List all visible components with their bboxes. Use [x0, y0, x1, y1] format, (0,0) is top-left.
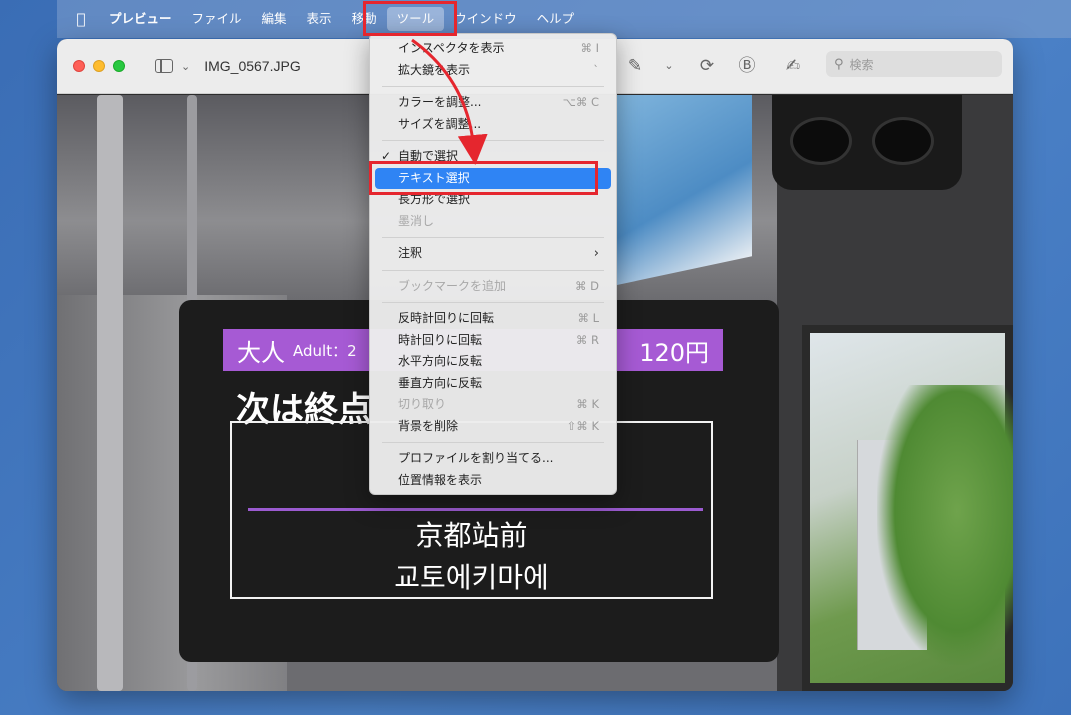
menu-item-shortcut: `	[593, 62, 599, 77]
menu-item-show-inspector[interactable]: インスペクタを表示 ⌘ I	[375, 38, 611, 60]
menu-item-add-bookmark: ブックマークを追加 ⌘ D	[375, 276, 611, 298]
fare-bar-left: 大人	[237, 338, 285, 367]
menu-item-shortcut: ⌘ K	[576, 397, 599, 411]
chevron-down-icon[interactable]: ⌄	[657, 54, 681, 78]
menu-item-label: サイズを調整...	[398, 116, 482, 131]
menu-item-label: カラーを調整...	[398, 95, 482, 109]
menu-edit[interactable]: 編集	[252, 7, 297, 31]
menu-item-label: 注釈	[398, 246, 423, 260]
menu-view[interactable]: 表示	[297, 7, 342, 31]
tools-menu-highlight	[363, 1, 457, 36]
document-title: IMG_0567.JPG	[204, 58, 301, 74]
menu-item-label: 水平方向に反転	[398, 354, 483, 368]
menu-item-label: インスペクタを表示	[398, 41, 505, 55]
zoom-button[interactable]	[113, 60, 125, 72]
search-field[interactable]: ⚲ 検索	[826, 51, 1002, 77]
station-divider	[248, 508, 703, 511]
photo-poster	[617, 95, 752, 285]
menu-item-redact: 墨消し	[375, 211, 611, 233]
chevron-down-icon: ⌄	[181, 59, 191, 73]
tools-dropdown-menu: インスペクタを表示 ⌘ I 拡大鏡を表示 ` カラーを調整... ⌥⌘ C サイ…	[369, 33, 617, 495]
minimize-button[interactable]	[93, 60, 105, 72]
menu-item-adjust-color[interactable]: カラーを調整... ⌥⌘ C	[375, 92, 611, 114]
photo-vent	[772, 95, 962, 190]
menu-item-label: ブックマークを追加	[398, 278, 507, 293]
rotate-icon[interactable]: ⟳	[695, 54, 719, 78]
chevron-right-icon: ›	[593, 246, 599, 261]
station-name-kr: 교토에키마에	[394, 561, 549, 594]
fare-bar-adult: Adult：2	[293, 341, 357, 360]
menu-item-adjust-size[interactable]: サイズを調整...	[375, 114, 611, 136]
menu-separator	[382, 302, 604, 303]
menu-item-label: 墨消し	[398, 213, 435, 228]
close-button[interactable]	[73, 60, 85, 72]
menu-item-flip-horizontal[interactable]: 水平方向に反転	[375, 351, 611, 373]
search-icon: ⚲	[834, 56, 844, 72]
menu-item-rotate-left[interactable]: 反時計回りに回転 ⌘ L	[375, 308, 611, 330]
menu-item-shortcut: ⌥⌘ C	[562, 95, 599, 109]
menu-item-show-magnifier[interactable]: 拡大鏡を表示 `	[375, 60, 611, 82]
sidebar-toggle-button[interactable]: ⌄	[155, 59, 190, 73]
menu-item-shortcut: ⌘ I	[580, 41, 599, 55]
menu-item-rotate-right[interactable]: 時計回りに回転 ⌘ R	[375, 330, 611, 352]
fare-bar-right: 120円	[639, 338, 709, 367]
menu-item-shortcut: ⌘ D	[574, 278, 599, 293]
menu-item-label: 時計回りに回転	[398, 332, 483, 347]
menu-file[interactable]: ファイル	[182, 7, 252, 31]
menu-app-name[interactable]: プレビュー	[105, 7, 182, 31]
menu-item-label: 背景を削除	[398, 418, 459, 433]
photo-handrail	[97, 95, 123, 691]
sidebar-icon	[155, 59, 173, 73]
menu-item-crop: 切り取り ⌘ K	[375, 394, 611, 416]
menu-item-shortcut: ⇧⌘ K	[566, 418, 599, 433]
search-placeholder: 検索	[849, 57, 874, 72]
menu-item-flip-vertical[interactable]: 垂直方向に反転	[375, 373, 611, 395]
menu-item-label: 切り取り	[398, 397, 447, 411]
menu-item-label: プロファイルを割り当てる...	[398, 451, 554, 465]
menu-item-show-location[interactable]: 位置情報を表示	[375, 470, 611, 492]
markup-circle-icon[interactable]: Ⓑ	[735, 54, 759, 78]
menu-item-label: 反時計回りに回転	[398, 311, 495, 325]
station-name-jp: 京都站前	[415, 519, 528, 552]
menu-item-remove-background[interactable]: 背景を削除 ⇧⌘ K	[375, 416, 611, 438]
menu-separator	[382, 140, 604, 141]
menu-separator	[382, 86, 604, 87]
menu-separator	[382, 269, 604, 271]
menu-item-annotate[interactable]: 注釈 ›	[375, 243, 611, 265]
markup-pen-icon[interactable]: ✎	[623, 54, 647, 78]
menu-separator	[382, 442, 604, 443]
apple-icon[interactable]: 	[57, 10, 105, 28]
menu-item-label: 拡大鏡を表示	[398, 62, 471, 77]
signature-icon[interactable]: ✍	[781, 54, 805, 78]
menu-item-label: 垂直方向に反転	[398, 375, 483, 390]
text-selection-highlight	[369, 161, 598, 195]
photo-tree	[877, 385, 1013, 665]
menu-separator	[382, 237, 604, 238]
menu-item-shortcut: ⌘ L	[577, 311, 599, 325]
menu-item-assign-profile[interactable]: プロファイルを割り当てる...	[375, 448, 611, 470]
menu-help[interactable]: ヘルプ	[527, 7, 585, 31]
menu-item-shortcut: ⌘ R	[575, 332, 599, 347]
traffic-lights	[73, 60, 125, 72]
menu-item-label: 位置情報を表示	[398, 472, 483, 487]
